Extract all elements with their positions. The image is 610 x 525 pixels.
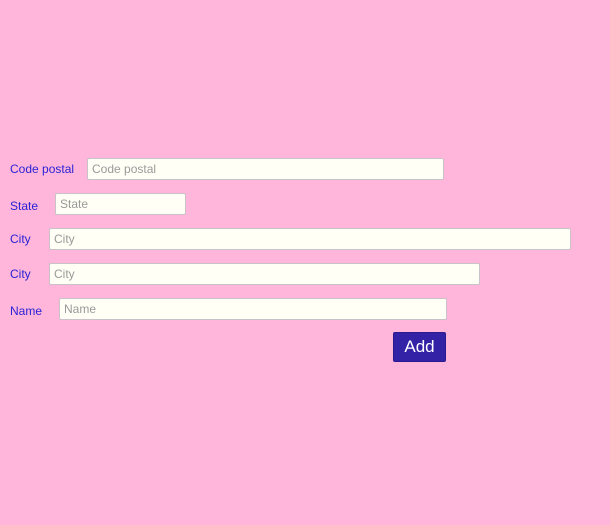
city-label: City <box>10 232 31 246</box>
state-input[interactable] <box>55 193 186 215</box>
name-input[interactable] <box>59 298 447 320</box>
city-label-2: City <box>10 267 31 281</box>
code-postal-input[interactable] <box>87 158 444 180</box>
city-input-2[interactable] <box>49 263 480 285</box>
address-form: Code postal State City City Name Add <box>0 0 610 525</box>
add-button[interactable]: Add <box>393 332 446 362</box>
city-input[interactable] <box>49 228 571 250</box>
name-label: Name <box>10 304 43 318</box>
code-postal-label: Code postal <box>10 162 75 176</box>
state-label: State <box>10 199 39 213</box>
